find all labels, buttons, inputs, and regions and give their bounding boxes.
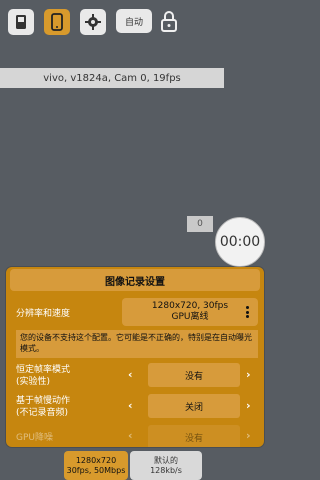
storage-button[interactable] bbox=[8, 9, 34, 35]
camera-info-bar: vivo, v1824a, Cam 0, 19fps bbox=[0, 68, 224, 88]
lock-icon bbox=[161, 11, 177, 32]
slowmo-label-main: 基于帧慢动作 bbox=[16, 396, 71, 406]
lock-button[interactable] bbox=[160, 10, 178, 32]
video-resolution: 1280x720 bbox=[75, 455, 117, 465]
gpu-next-icon[interactable]: › bbox=[246, 429, 251, 442]
resolution-label: 分辨率和速度 bbox=[16, 309, 71, 319]
resolution-value: 1280x720, 30fps bbox=[151, 301, 229, 311]
slowmo-prev-icon[interactable]: ‹ bbox=[128, 399, 133, 412]
framerate-next-icon[interactable]: › bbox=[246, 368, 251, 381]
auto-button[interactable]: 自动 bbox=[116, 9, 152, 33]
video-format-button[interactable]: 1280x720 30fps, 50Mbps bbox=[64, 451, 128, 480]
slowmo-next-icon[interactable]: › bbox=[246, 399, 251, 412]
framerate-label-sub: (实验性) bbox=[16, 377, 51, 387]
audio-format-button[interactable]: 默认的 128kb/s bbox=[130, 451, 202, 480]
framerate-prev-icon[interactable]: ‹ bbox=[128, 368, 133, 381]
gpu-denoise-value[interactable]: 没有 bbox=[148, 425, 240, 447]
gear-icon bbox=[85, 14, 101, 30]
slowmo-value[interactable]: 关闭 bbox=[148, 394, 240, 418]
phone-mode-button[interactable] bbox=[44, 9, 70, 35]
framerate-label-main: 恒定帧率模式 bbox=[16, 365, 71, 375]
panel-title: 图像记录设置 bbox=[10, 269, 260, 291]
framerate-mode-label: 恒定帧率模式 (实验性) bbox=[16, 364, 70, 388]
record-timer[interactable]: 00:00 bbox=[215, 217, 265, 267]
settings-button[interactable] bbox=[80, 9, 106, 35]
compatibility-warning: 您的设备不支持这个配置。它可能是不正确的，特别是在自动曝光模式。 bbox=[16, 330, 258, 358]
frame-counter: 0 bbox=[187, 216, 213, 232]
audio-bitrate: 128kb/s bbox=[150, 465, 182, 475]
audio-source: 默认的 bbox=[154, 455, 178, 465]
gpu-denoise-label: GPU降噪 bbox=[16, 433, 53, 443]
slowmo-label-sub: (不记录音频) bbox=[16, 408, 69, 418]
resolution-mode: GPU离线 bbox=[171, 312, 209, 322]
gpu-prev-icon[interactable]: ‹ bbox=[128, 429, 133, 442]
sd-card-icon bbox=[16, 15, 26, 29]
more-options-icon[interactable] bbox=[246, 306, 249, 318]
resolution-selector[interactable]: 1280x720, 30fps GPU离线 bbox=[122, 298, 258, 326]
top-toolbar: 自动 bbox=[0, 0, 270, 44]
video-bitrate: 30fps, 50Mbps bbox=[66, 465, 126, 475]
framerate-value[interactable]: 没有 bbox=[148, 363, 240, 387]
phone-icon bbox=[51, 13, 63, 31]
slowmo-label: 基于帧慢动作 (不记录音频) bbox=[16, 395, 70, 419]
recording-settings-panel: 图像记录设置 分辨率和速度 1280x720, 30fps GPU离线 您的设备… bbox=[6, 267, 264, 447]
